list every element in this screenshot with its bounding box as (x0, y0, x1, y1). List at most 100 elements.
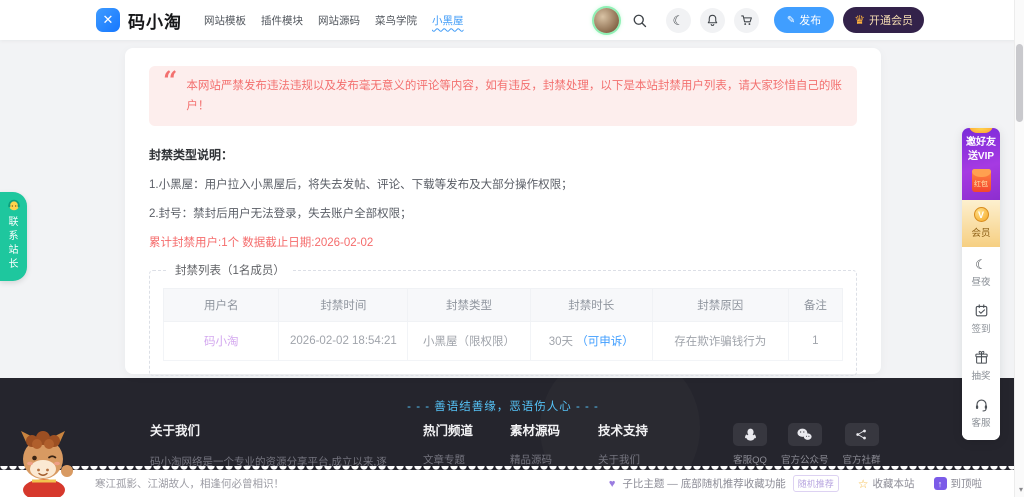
warning-text: 本网站严禁发布违法违规以及发布毫无意义的评论等内容，如有违反，封禁处理，以下是本… (186, 80, 842, 112)
navbar-right: ☾ ✎ 发布 ♛ 开通会员 (593, 7, 924, 33)
star-icon: ☆ (857, 476, 869, 491)
calendar-icon (975, 304, 987, 317)
headset-icon (975, 399, 987, 412)
contact-webmaster-label: 联系站长 (8, 217, 19, 270)
mascot-horse-image (21, 431, 73, 497)
dark-mode-toggle[interactable]: ☾ (665, 7, 691, 33)
customer-service-button[interactable]: 客服 (962, 389, 1000, 436)
invite-line-1: 邀好友 (966, 137, 996, 148)
top-navbar: ✕ 码小淘 网站模板 插件模块 网站源码 菜鸟学院 小黑屋 ☾ ✎ 发布 ♛ 开… (0, 0, 1024, 40)
ban-time-cell: 2026-02-02 18:54:21 (278, 321, 409, 362)
footer-link[interactable]: 精品源码 (510, 452, 560, 467)
banned-username-link[interactable]: 码小淘 (204, 336, 239, 348)
header-ban-type: 封禁类型 (407, 288, 531, 323)
vip-label: 开通会员 (869, 15, 913, 27)
day-night-toggle[interactable]: ☾ 昼夜 (962, 250, 1000, 295)
ban-list-fieldset: 封禁列表（1名成员） 用户名 封禁时间 封禁类型 封禁时长 封禁原因 备注 码小… (149, 262, 857, 377)
contact-webmaster-button[interactable]: 联系站长 (0, 192, 27, 281)
footer-about: 关于我们 码小淘网络是一个专业的资源分享平台,成立以来,逐步发展壮大,目前已有口… (150, 420, 395, 470)
lottery-button[interactable]: 抽奖 (962, 342, 1000, 389)
page-root: ✕ 码小淘 网站模板 插件模块 网站源码 菜鸟学院 小黑屋 ☾ ✎ 发布 ♛ 开… (0, 0, 1024, 497)
closing-message: - - - 善语结善缘，恶语伤人心 - - - (407, 401, 599, 414)
header-ban-duration: 封禁时长 (529, 288, 653, 323)
note-cell: 1 (787, 321, 844, 362)
footer-link[interactable]: 文章专题 (423, 452, 473, 467)
footer-column-support: 技术支持 关于我们 广告投放 (598, 420, 648, 470)
ban-type-cell: 小黑屋（限权限） (407, 321, 531, 362)
logo-icon: ✕ (96, 8, 120, 32)
bottom-bar-right: ♥ 子比主题 — 底部随机推荐收藏功能 随机推荐 ☆ 收藏本站 ↑ 到顶啦 (609, 475, 982, 492)
cart-button[interactable] (733, 7, 759, 33)
invite-line-2: 送VIP (967, 151, 995, 162)
rail-tools: ☾ 昼夜 签到 抽奖 客服 (962, 247, 1000, 440)
ban-stats: 累计封禁用户:1个 数据截止日期:2026-02-02 (149, 237, 374, 250)
vip-rail-button[interactable]: V 会员 (962, 200, 1000, 247)
notifications-button[interactable] (699, 7, 725, 33)
menu-item-plugins[interactable]: 插件模块 (261, 13, 303, 28)
menu-item-blackroom[interactable]: 小黑屋 (432, 13, 464, 28)
footer-column-channels: 热门频道 文章专题 热门话题 (423, 420, 473, 470)
site-footer: 关于我们 码小淘网络是一个专业的资源分享平台,成立以来,逐步发展壮大,目前已有口… (0, 378, 1024, 470)
vip-rail-label: 会员 (971, 228, 991, 239)
qq-contact[interactable]: 客服QQ (733, 423, 767, 466)
scrollbar-down-arrow[interactable]: ▾ (1019, 485, 1023, 494)
qq-icon (744, 428, 756, 441)
ban-type-item-2: 2.封号：禁封后用户无法登录，失去账户全部权限； (149, 208, 412, 221)
vip-badge-icon: V (973, 207, 989, 222)
heart-icon: ♥ (608, 477, 616, 490)
theme-credit[interactable]: 子比主题 — 底部随机推荐收藏功能 (622, 476, 785, 491)
header-note: 备注 (787, 288, 844, 323)
publish-label: 发布 (799, 15, 822, 27)
up-arrow-icon: ↑ (933, 477, 947, 490)
page-scrollbar[interactable]: ▾ (1014, 0, 1024, 497)
right-floating-rail: 邀好友 送VIP 红包 V 会员 ☾ 昼夜 签到 抽奖 客服 (962, 128, 1000, 440)
footer-column-title: 热门频道 (423, 424, 474, 438)
search-icon[interactable] (631, 11, 649, 29)
ban-reason-cell: 存在欺诈骗钱行为 (651, 321, 789, 362)
scrollbar-thumb[interactable] (1015, 44, 1023, 122)
ban-duration-cell: 30天 （可申诉） (529, 321, 653, 362)
check-in-button[interactable]: 签到 (962, 295, 1000, 342)
site-logo[interactable]: ✕ 码小淘 (96, 8, 182, 33)
back-to-top-button[interactable]: ↑ 到顶啦 (933, 476, 983, 491)
check-in-label: 签到 (971, 324, 991, 335)
footer-column-title: 素材源码 (510, 424, 561, 438)
quote-icon: “ (163, 66, 178, 95)
footer-column-title: 技术支持 (598, 424, 649, 438)
menu-item-source[interactable]: 网站源码 (318, 13, 360, 28)
invite-friends-card[interactable]: 邀好友 送VIP 红包 (962, 128, 1000, 200)
favorite-site-button[interactable]: ☆ 收藏本站 (858, 476, 915, 491)
pencil-icon: ✎ (786, 14, 796, 26)
support-face-icon (7, 199, 20, 211)
header-username: 用户名 (162, 288, 280, 323)
bell-icon (707, 14, 718, 26)
qq-label: 客服QQ (733, 455, 767, 466)
customer-service-label: 客服 (971, 418, 991, 429)
footer-link[interactable]: 关于我们 (598, 452, 648, 467)
header-ban-time: 封禁时间 (278, 288, 409, 323)
to-top-label: 到顶啦 (950, 478, 983, 490)
cart-icon (741, 14, 752, 25)
wechat-official[interactable]: 官方公众号 (781, 423, 829, 466)
theme-tag[interactable]: 随机推荐 (792, 475, 839, 492)
main-menu: 网站模板 插件模块 网站源码 菜鸟学院 小黑屋 (204, 13, 464, 28)
red-envelope-label: 红包 (974, 181, 988, 188)
gift-icon (974, 350, 988, 364)
user-avatar[interactable] (593, 7, 619, 33)
favorite-label: 收藏本站 (872, 478, 915, 490)
footer-socials: 客服QQ 官方公众号 官方社群 (733, 423, 881, 466)
menu-item-academy[interactable]: 菜鸟学院 (375, 13, 417, 28)
ban-type-title: 封禁类型说明： (149, 148, 234, 163)
appeal-link[interactable]: （可申诉） (576, 336, 634, 348)
ban-table: 用户名 封禁时间 封禁类型 封禁时长 封禁原因 备注 码小淘 2026-02-0… (162, 288, 844, 362)
wechat-label: 官方公众号 (781, 455, 829, 466)
crown-icon: ♛ (854, 13, 865, 27)
ban-list-legend: 封禁列表（1名成员） (175, 265, 285, 278)
lottery-label: 抽奖 (971, 371, 991, 382)
community-link[interactable]: 官方社群 (843, 423, 881, 466)
menu-item-templates[interactable]: 网站模板 (204, 13, 246, 28)
publish-button[interactable]: ✎ 发布 (773, 7, 835, 33)
open-vip-button[interactable]: ♛ 开通会员 (843, 7, 924, 33)
bottom-quote: 寒江孤影、江湖故人，相逢何必曾相识！ (95, 478, 284, 490)
wechat-icon (797, 428, 812, 440)
